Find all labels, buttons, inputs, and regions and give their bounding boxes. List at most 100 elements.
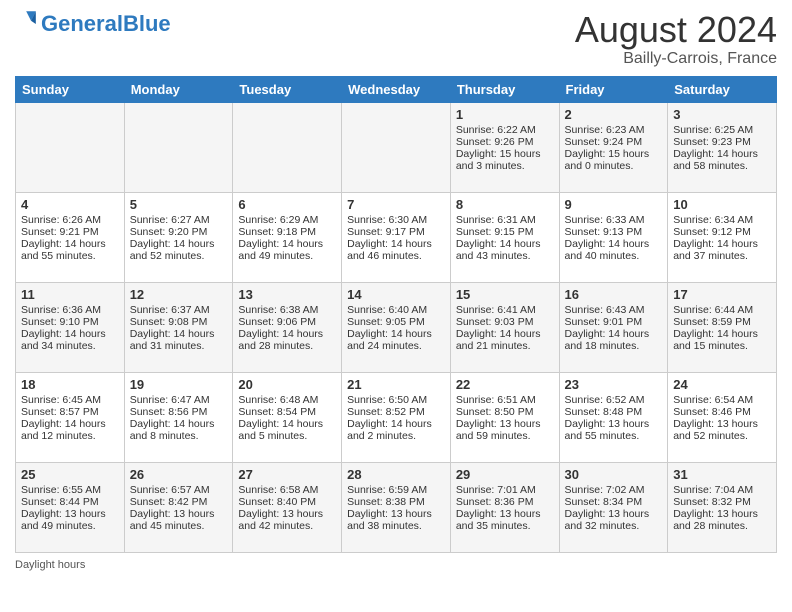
day-info: Sunset: 8:46 PM <box>673 406 771 418</box>
day-info: Daylight: 13 hours and 32 minutes. <box>565 508 663 532</box>
month-title: August 2024 <box>575 10 777 50</box>
day-info: Sunrise: 6:34 AM <box>673 214 771 226</box>
calendar-cell: 9Sunrise: 6:33 AMSunset: 9:13 PMDaylight… <box>559 192 668 282</box>
day-info: Sunset: 8:50 PM <box>456 406 554 418</box>
day-header-saturday: Saturday <box>668 76 777 102</box>
day-info: Daylight: 13 hours and 38 minutes. <box>347 508 445 532</box>
day-info: Sunrise: 6:40 AM <box>347 304 445 316</box>
calendar-cell: 20Sunrise: 6:48 AMSunset: 8:54 PMDayligh… <box>233 372 342 462</box>
day-info: Daylight: 14 hours and 2 minutes. <box>347 418 445 442</box>
calendar-cell <box>342 102 451 192</box>
day-info: Sunrise: 6:50 AM <box>347 394 445 406</box>
day-info: Sunrise: 6:44 AM <box>673 304 771 316</box>
day-number: 7 <box>347 197 445 212</box>
day-info: Daylight: 14 hours and 34 minutes. <box>21 328 119 352</box>
calendar-cell: 13Sunrise: 6:38 AMSunset: 9:06 PMDayligh… <box>233 282 342 372</box>
day-number: 21 <box>347 377 445 392</box>
day-number: 17 <box>673 287 771 302</box>
day-info: Sunrise: 7:02 AM <box>565 484 663 496</box>
day-info: Sunset: 8:40 PM <box>238 496 336 508</box>
day-number: 23 <box>565 377 663 392</box>
day-info: Sunset: 9:01 PM <box>565 316 663 328</box>
day-info: Daylight: 13 hours and 52 minutes. <box>673 418 771 442</box>
calendar-cell: 25Sunrise: 6:55 AMSunset: 8:44 PMDayligh… <box>16 462 125 552</box>
day-info: Sunrise: 6:29 AM <box>238 214 336 226</box>
day-info: Sunrise: 6:41 AM <box>456 304 554 316</box>
day-info: Daylight: 14 hours and 49 minutes. <box>238 238 336 262</box>
day-info: Sunrise: 6:52 AM <box>565 394 663 406</box>
day-info: Sunset: 9:26 PM <box>456 136 554 148</box>
week-row-3: 11Sunrise: 6:36 AMSunset: 9:10 PMDayligh… <box>16 282 777 372</box>
day-info: Daylight: 14 hours and 46 minutes. <box>347 238 445 262</box>
day-info: Daylight: 14 hours and 18 minutes. <box>565 328 663 352</box>
day-info: Sunset: 9:06 PM <box>238 316 336 328</box>
footer-label: Daylight hours <box>15 559 85 571</box>
day-info: Sunrise: 7:01 AM <box>456 484 554 496</box>
day-info: Sunrise: 6:51 AM <box>456 394 554 406</box>
calendar-cell: 5Sunrise: 6:27 AMSunset: 9:20 PMDaylight… <box>124 192 233 282</box>
day-number: 12 <box>130 287 228 302</box>
day-info: Daylight: 14 hours and 24 minutes. <box>347 328 445 352</box>
calendar-cell <box>233 102 342 192</box>
day-header-tuesday: Tuesday <box>233 76 342 102</box>
day-info: Daylight: 13 hours and 59 minutes. <box>456 418 554 442</box>
day-info: Sunset: 8:38 PM <box>347 496 445 508</box>
day-info: Sunset: 9:05 PM <box>347 316 445 328</box>
day-info: Sunset: 8:44 PM <box>21 496 119 508</box>
day-number: 31 <box>673 467 771 482</box>
day-number: 9 <box>565 197 663 212</box>
day-info: Daylight: 13 hours and 55 minutes. <box>565 418 663 442</box>
day-number: 22 <box>456 377 554 392</box>
day-info: Sunrise: 6:31 AM <box>456 214 554 226</box>
day-number: 10 <box>673 197 771 212</box>
page-header: GeneralBlue August 2024 Bailly-Carrois, … <box>15 10 777 68</box>
day-info: Daylight: 14 hours and 55 minutes. <box>21 238 119 262</box>
calendar-cell: 6Sunrise: 6:29 AMSunset: 9:18 PMDaylight… <box>233 192 342 282</box>
day-number: 19 <box>130 377 228 392</box>
week-row-4: 18Sunrise: 6:45 AMSunset: 8:57 PMDayligh… <box>16 372 777 462</box>
day-info: Sunset: 9:12 PM <box>673 226 771 238</box>
day-number: 14 <box>347 287 445 302</box>
day-number: 30 <box>565 467 663 482</box>
day-info: Sunset: 8:36 PM <box>456 496 554 508</box>
calendar-cell: 31Sunrise: 7:04 AMSunset: 8:32 PMDayligh… <box>668 462 777 552</box>
calendar-cell: 11Sunrise: 6:36 AMSunset: 9:10 PMDayligh… <box>16 282 125 372</box>
logo-text: GeneralBlue <box>41 13 171 35</box>
footer: Daylight hours <box>15 559 777 571</box>
day-info: Sunrise: 6:23 AM <box>565 124 663 136</box>
calendar-cell: 1Sunrise: 6:22 AMSunset: 9:26 PMDaylight… <box>450 102 559 192</box>
calendar-cell: 12Sunrise: 6:37 AMSunset: 9:08 PMDayligh… <box>124 282 233 372</box>
day-info: Daylight: 14 hours and 5 minutes. <box>238 418 336 442</box>
day-info: Daylight: 14 hours and 15 minutes. <box>673 328 771 352</box>
day-number: 29 <box>456 467 554 482</box>
calendar-cell: 4Sunrise: 6:26 AMSunset: 9:21 PMDaylight… <box>16 192 125 282</box>
calendar-cell: 3Sunrise: 6:25 AMSunset: 9:23 PMDaylight… <box>668 102 777 192</box>
day-info: Sunset: 8:56 PM <box>130 406 228 418</box>
day-info: Daylight: 14 hours and 21 minutes. <box>456 328 554 352</box>
day-info: Daylight: 14 hours and 12 minutes. <box>21 418 119 442</box>
day-number: 2 <box>565 107 663 122</box>
day-info: Sunrise: 6:48 AM <box>238 394 336 406</box>
day-info: Sunset: 8:54 PM <box>238 406 336 418</box>
calendar-cell: 24Sunrise: 6:54 AMSunset: 8:46 PMDayligh… <box>668 372 777 462</box>
day-number: 1 <box>456 107 554 122</box>
day-info: Sunset: 8:42 PM <box>130 496 228 508</box>
day-info: Sunset: 9:18 PM <box>238 226 336 238</box>
day-info: Sunrise: 6:55 AM <box>21 484 119 496</box>
calendar-table: SundayMondayTuesdayWednesdayThursdayFrid… <box>15 76 777 553</box>
calendar-cell: 26Sunrise: 6:57 AMSunset: 8:42 PMDayligh… <box>124 462 233 552</box>
day-info: Daylight: 14 hours and 8 minutes. <box>130 418 228 442</box>
calendar-cell: 14 Sunrise: 6:40 AMSunset: 9:05 PMDayligh… <box>342 282 451 372</box>
day-info: Daylight: 13 hours and 45 minutes. <box>130 508 228 532</box>
day-info: Daylight: 15 hours and 0 minutes. <box>565 148 663 172</box>
calendar-cell <box>16 102 125 192</box>
day-info: Sunset: 8:34 PM <box>565 496 663 508</box>
day-info: Daylight: 14 hours and 37 minutes. <box>673 238 771 262</box>
day-info: Sunrise: 6:57 AM <box>130 484 228 496</box>
day-header-thursday: Thursday <box>450 76 559 102</box>
day-number: 4 <box>21 197 119 212</box>
day-info: Sunset: 8:59 PM <box>673 316 771 328</box>
calendar-cell: 21Sunrise: 6:50 AMSunset: 8:52 PMDayligh… <box>342 372 451 462</box>
day-info: Sunset: 8:32 PM <box>673 496 771 508</box>
logo-icon <box>15 8 39 32</box>
